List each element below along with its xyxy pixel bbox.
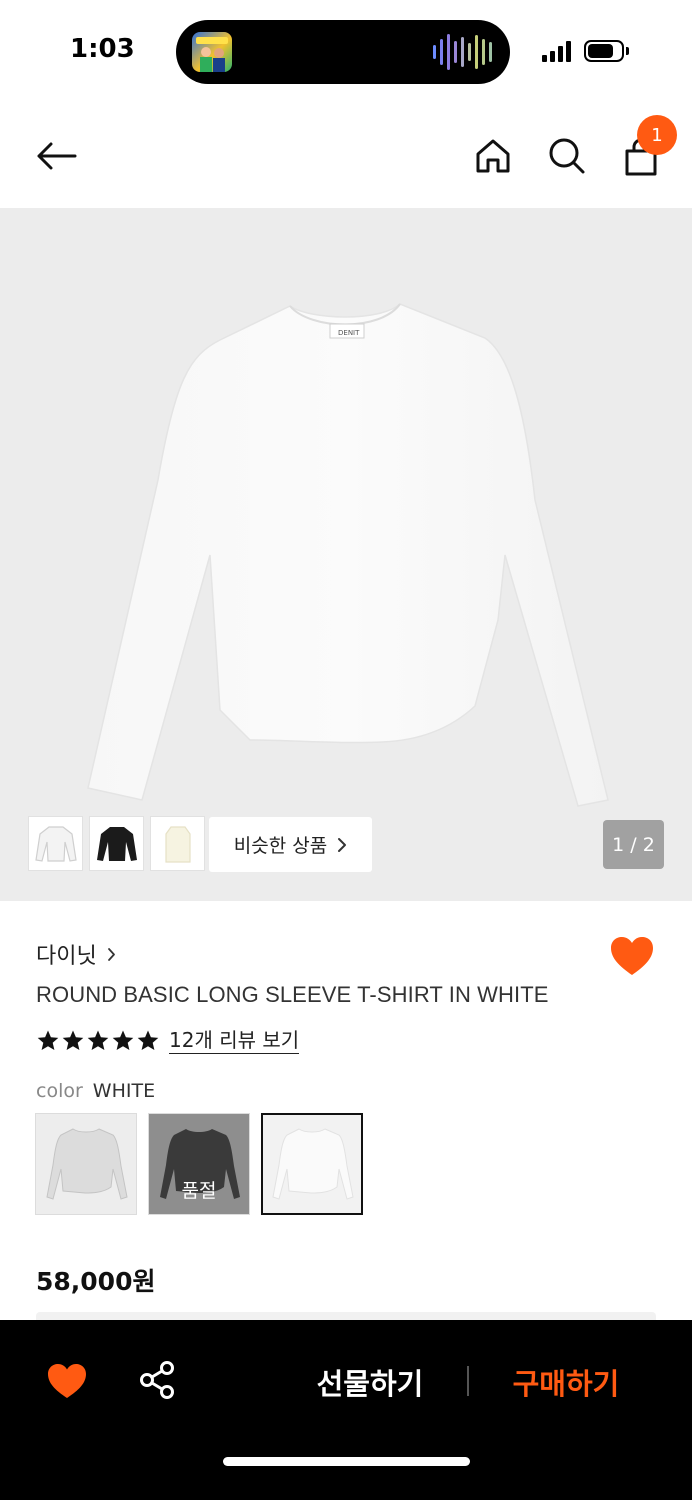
thumbnail-black[interactable]: [89, 816, 144, 871]
star-icon: [137, 1030, 159, 1050]
home-icon: [476, 139, 510, 173]
selected-color-value: WHITE: [92, 1080, 156, 1102]
waveform-icon: [433, 34, 492, 70]
tshirt-thumbnail-icon: [164, 825, 191, 863]
product-image-gallery[interactable]: DENIT 비슷한 상품 1 / 2: [0, 208, 692, 901]
view-reviews-link[interactable]: 12개 리뷰 보기: [169, 1028, 300, 1054]
color-swatches: 품절: [35, 1113, 363, 1215]
home-indicator[interactable]: [223, 1457, 470, 1466]
color-swatch-gray[interactable]: [35, 1113, 137, 1215]
rating-row: 12개 리뷰 보기: [36, 1028, 300, 1054]
product-price: 58,000원: [36, 1267, 156, 1296]
star-icon: [87, 1030, 109, 1050]
section-divider: [36, 1312, 656, 1320]
bottom-action-bar: 선물하기 구매하기: [0, 1320, 692, 1500]
status-bar: 1:03: [0, 0, 692, 100]
back-button[interactable]: [32, 132, 80, 180]
star-rating: [36, 1029, 160, 1053]
soldout-label: 품절: [181, 1180, 217, 1202]
top-navigation: [0, 108, 692, 208]
color-selection-label: color WHITE: [36, 1080, 155, 1102]
home-button[interactable]: [469, 132, 517, 180]
thumbnail-light-gray[interactable]: [28, 816, 83, 871]
similar-products-label: 비슷한 상품: [233, 835, 328, 857]
search-button[interactable]: [543, 132, 591, 180]
similar-products-button[interactable]: 비슷한 상품: [209, 817, 372, 872]
thumbnail-strip: [28, 816, 205, 871]
status-time: 1:03: [70, 34, 135, 64]
product-title: ROUND BASIC LONG SLEEVE T-SHIRT IN WHITE: [36, 982, 549, 1007]
like-heart-icon[interactable]: [46, 1362, 88, 1400]
star-icon: [112, 1030, 134, 1050]
buy-button[interactable]: 구매하기: [486, 1358, 646, 1406]
search-icon: [549, 138, 585, 174]
tshirt-thumbnail-icon: [96, 826, 137, 861]
gray-tshirt-image: [46, 1128, 128, 1200]
chevron-right-icon: [107, 947, 115, 961]
cart-count-badge: 1: [637, 115, 677, 155]
star-icon: [37, 1030, 59, 1050]
share-icon[interactable]: [138, 1360, 176, 1400]
image-page-counter: 1 / 2: [603, 820, 664, 869]
color-swatch-black-soldout[interactable]: 품절: [148, 1113, 250, 1215]
back-arrow-icon: [37, 142, 77, 170]
color-label: color: [36, 1080, 83, 1102]
gift-button[interactable]: 선물하기: [290, 1358, 450, 1406]
product-image: DENIT: [87, 303, 609, 807]
white-tshirt-image: [272, 1128, 354, 1200]
brand-name: 다이닛: [36, 944, 97, 969]
thumbnail-cream[interactable]: [150, 816, 205, 871]
dynamic-island[interactable]: [176, 20, 510, 84]
battery-icon: [584, 40, 624, 62]
cellular-signal-icon: [542, 40, 571, 62]
color-swatch-white-selected[interactable]: [261, 1113, 363, 1215]
brand-link[interactable]: 다이닛: [36, 938, 116, 970]
wishlist-heart-icon[interactable]: [609, 935, 655, 977]
album-art-icon: [192, 32, 232, 72]
svg-text:DENIT: DENIT: [338, 329, 360, 337]
star-icon: [62, 1030, 84, 1050]
tshirt-thumbnail-icon: [34, 825, 77, 862]
battery-cap: [626, 47, 629, 55]
button-divider: [467, 1366, 469, 1396]
chevron-right-icon: [338, 837, 347, 852]
